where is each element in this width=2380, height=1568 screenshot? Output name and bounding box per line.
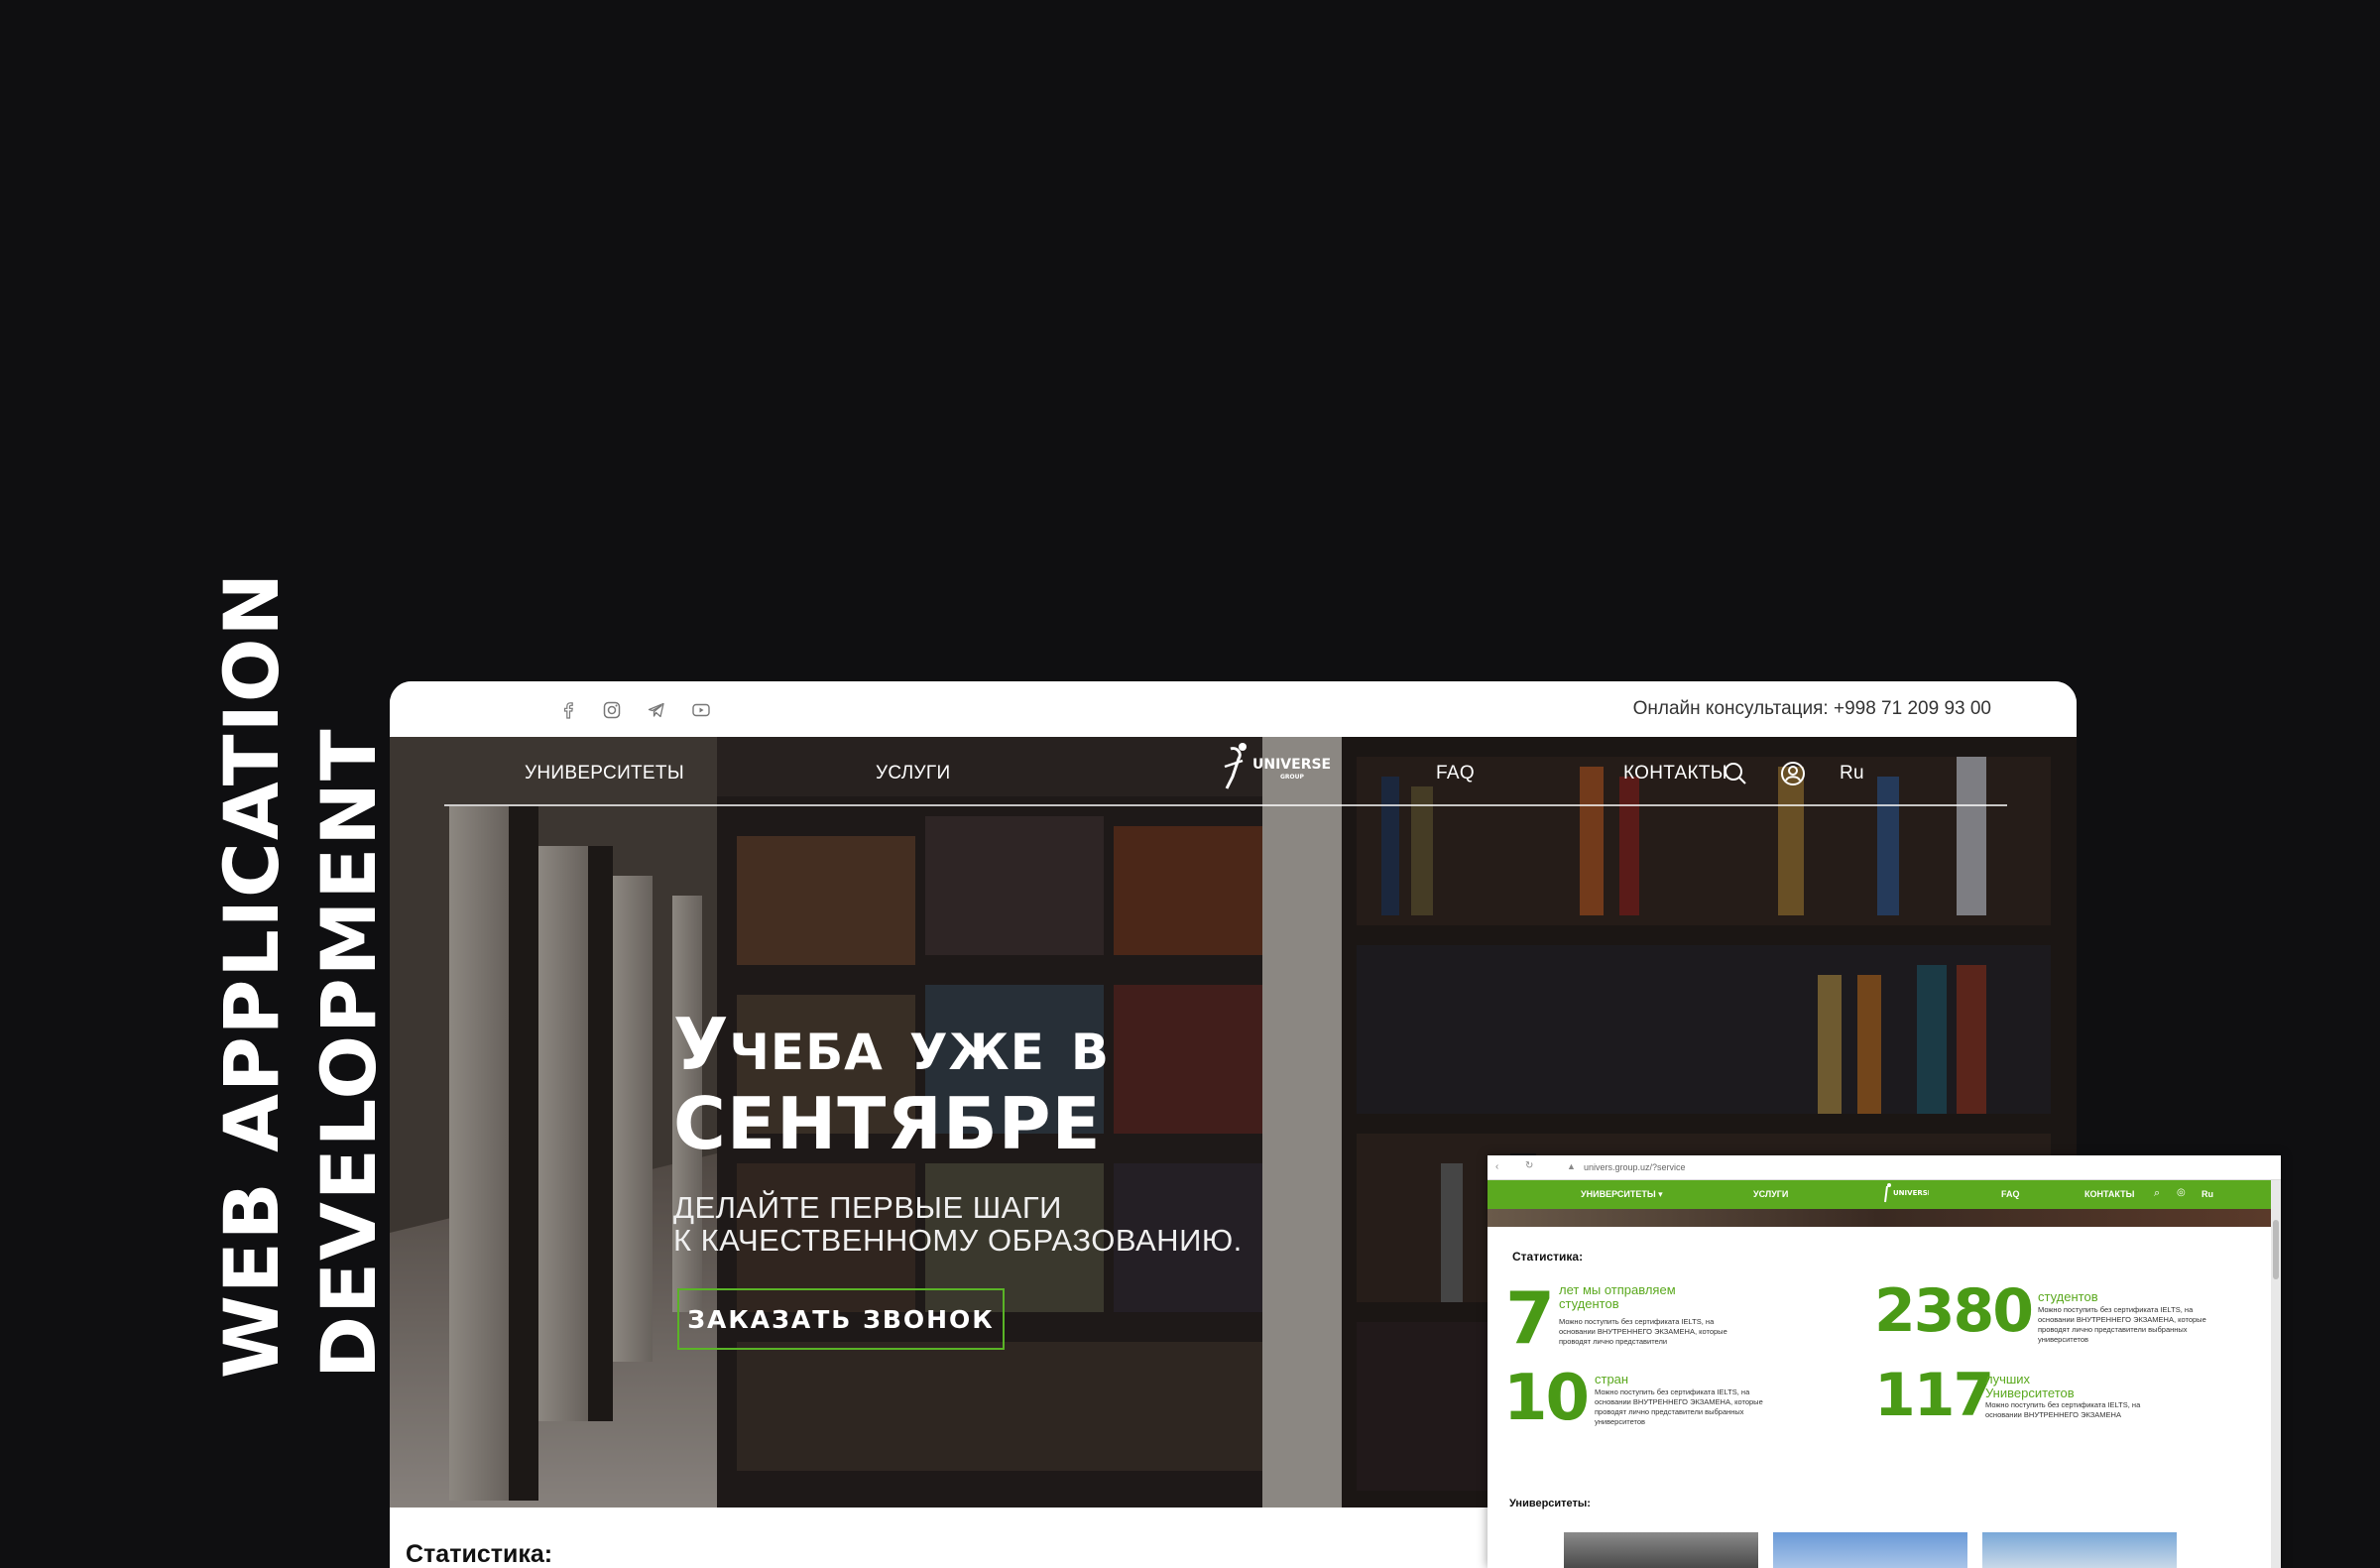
universe-group-logo[interactable]: UNIVERSE GROUP xyxy=(1213,737,1332,796)
mini-user-icon[interactable]: ◎ xyxy=(2177,1187,2186,1198)
mini-url[interactable]: univers.group.uz/?service xyxy=(1584,1162,1686,1172)
facebook-icon[interactable] xyxy=(558,700,578,720)
order-call-button[interactable]: ЗАКАЗАТЬ ЗВОНОК xyxy=(677,1288,1005,1350)
subtitle-line2: К КАЧЕСТВЕННОМУ ОБРАЗОВАНИЮ. xyxy=(673,1223,1243,1258)
stat-number: 7 xyxy=(1505,1276,1555,1360)
mini-nav-faq[interactable]: FAQ xyxy=(2001,1189,2020,1199)
mini-stats-heading: Статистика: xyxy=(1512,1250,1584,1264)
headline-line2: сентябре xyxy=(673,1082,1102,1165)
instagram-icon[interactable] xyxy=(602,700,622,720)
stats-heading: Статистика: xyxy=(406,1540,553,1568)
stat-caption: стран xyxy=(1595,1372,1629,1387)
university-thumbnail[interactable] xyxy=(1982,1532,2177,1568)
stat-number: 10 xyxy=(1503,1362,1590,1435)
mini-nav-contacts[interactable]: КОНТАКТЫ xyxy=(2084,1189,2134,1199)
user-account-icon[interactable] xyxy=(1780,761,1806,786)
stat-caption: лет мы отправляем студентов xyxy=(1559,1282,1676,1311)
stat-caption: лучших Университетов xyxy=(1985,1372,2075,1400)
nav-faq[interactable]: FAQ xyxy=(1436,763,1475,784)
nav-universities[interactable]: УНИВЕРСИТЕТЫ xyxy=(525,763,684,784)
side-title: WEB APPLICATION DEVELOPMENT xyxy=(203,571,398,1379)
university-thumbnail[interactable] xyxy=(1773,1532,1967,1568)
headline-line1: Учеба уже в xyxy=(673,1003,1111,1086)
mini-lang[interactable]: Ru xyxy=(2202,1189,2213,1199)
stat-number: 117 xyxy=(1874,1361,1994,1430)
stat-description: Можно поступить без сертификата IELTS, н… xyxy=(2038,1305,2206,1344)
stat-description: Можно поступить без сертификата IELTS, н… xyxy=(1559,1317,1727,1346)
side-title-line1: WEB APPLICATION xyxy=(207,570,296,1379)
logo-text: UNIVERSE xyxy=(1252,757,1331,773)
mini-browser-chrome: ‹ ↻ ▲ univers.group.uz/?service xyxy=(1488,1155,2281,1180)
search-icon[interactable] xyxy=(1723,761,1748,786)
top-bar: Онлайн консультация: +998 71 209 93 00 xyxy=(390,681,2077,737)
mini-nav-universities[interactable]: УНИВЕРСИТЕТЫ ▾ xyxy=(1581,1189,1663,1200)
university-thumbnail[interactable] xyxy=(1564,1532,1758,1568)
mini-search-icon[interactable]: ⌕ xyxy=(2154,1187,2160,1200)
logo-subtext: GROUP xyxy=(1280,774,1305,781)
lock-icon: ▲ xyxy=(1567,1161,1576,1171)
reload-icon[interactable]: ↻ xyxy=(1525,1160,1533,1171)
mini-logo-text: UNIVERSE xyxy=(1893,1189,1929,1197)
stat-description: Можно поступить без сертификата IELTS, н… xyxy=(1595,1387,1763,1426)
language-selector[interactable]: Ru xyxy=(1840,763,1864,784)
mini-nav-bar: УНИВЕРСИТЕТЫ ▾ УСЛУГИ UNIVERSE FAQ КОНТА… xyxy=(1488,1180,2271,1209)
consultation-phone[interactable]: Онлайн консультация: +998 71 209 93 00 xyxy=(1633,698,1991,720)
stat-description: Можно поступить без сертификата IELTS, н… xyxy=(1985,1400,2141,1419)
mini-logo[interactable]: UNIVERSE xyxy=(1879,1180,1929,1208)
subtitle-line1: ДЕЛАЙТЕ ПЕРВЫЕ ШАГИ xyxy=(673,1190,1062,1225)
mini-website-screenshot: ‹ ↻ ▲ univers.group.uz/?service УНИВЕРСИ… xyxy=(1488,1155,2281,1568)
nav-contacts[interactable]: КОНТАКТЫ xyxy=(1623,763,1727,784)
hero-headline: Учеба уже в сентябре xyxy=(673,1005,1110,1163)
nav-services[interactable]: УСЛУГИ xyxy=(876,763,950,784)
back-icon[interactable]: ‹ xyxy=(1495,1161,1498,1172)
mini-scrollbar[interactable] xyxy=(2271,1180,2281,1568)
mini-hero-strip xyxy=(1488,1209,2271,1227)
youtube-icon[interactable] xyxy=(691,700,711,720)
mini-universities-heading: Университеты: xyxy=(1509,1498,1591,1509)
stat-number: 2380 xyxy=(1874,1276,2034,1346)
main-navigation: УНИВЕРСИТЕТЫ УСЛУГИ UNIVERSE GROUP FAQ К… xyxy=(444,737,2007,806)
side-title-line2: DEVELOPMENT xyxy=(304,727,393,1379)
telegram-icon[interactable] xyxy=(647,700,666,720)
hero-subtitle: ДЕЛАЙТЕ ПЕРВЫЕ ШАГИ К КАЧЕСТВЕННОМУ ОБРА… xyxy=(673,1191,1243,1257)
stat-caption: студентов xyxy=(2038,1289,2098,1304)
mini-nav-services[interactable]: УСЛУГИ xyxy=(1753,1189,1788,1199)
